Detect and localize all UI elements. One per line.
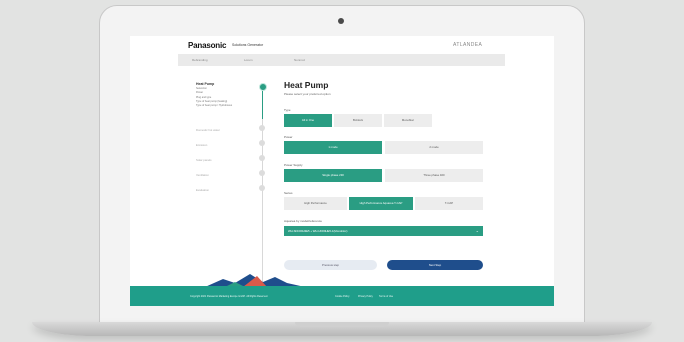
- nav-item-2[interactable]: Lorem: [244, 58, 253, 62]
- step-dot: [259, 140, 265, 146]
- series-option-tcap[interactable]: T-CAP: [415, 197, 483, 210]
- supply-label: Power Supply: [284, 163, 303, 167]
- brand-logo[interactable]: Panasonic: [188, 41, 226, 50]
- footer: Copyright 2021 Panasonic Marketing Europ…: [130, 286, 554, 306]
- series-label: Series: [284, 191, 293, 195]
- footer-link-terms[interactable]: Terms of Use: [379, 295, 393, 298]
- type-option-bi-block[interactable]: Bi-block: [334, 114, 382, 127]
- webcam-icon: [338, 18, 344, 24]
- app-name: Solutions Generator: [232, 43, 264, 47]
- page-subtitle: Please select your preferred option: [284, 92, 331, 96]
- step-ventilation[interactable]: Ventilation: [196, 173, 209, 177]
- power-option-1[interactable]: 1 mode: [284, 141, 382, 154]
- chevron-down-icon: ⌄: [475, 228, 479, 233]
- footer-link-cookies[interactable]: Cookie Policy: [335, 295, 349, 298]
- step-evaluation[interactable]: Evaluation: [196, 188, 209, 192]
- mountains-illustration: [205, 274, 305, 287]
- model-select[interactable]: WH-SDC09H3E5 + WH-UD09HE5-1(Monobloc) ⌄: [284, 226, 483, 236]
- supply-option-three[interactable]: Three phase 400: [385, 169, 483, 182]
- supply-option-single[interactable]: Single phase 230: [284, 169, 382, 182]
- step-dot-active: [259, 83, 267, 91]
- series-option-tcap-hp[interactable]: High Performance Aquarea T-CAP: [349, 197, 413, 210]
- partner-logo: ATLANDEA: [453, 42, 483, 48]
- step-dot: [259, 155, 265, 161]
- step-sub-3[interactable]: Plug and type: [196, 96, 276, 99]
- app-header: Panasonic Solutions Generator ATLANDEA: [130, 36, 554, 54]
- type-option-monobloc[interactable]: Monobloc: [384, 114, 432, 127]
- step-sub-2[interactable]: Power: [196, 91, 276, 94]
- step-dot: [259, 125, 265, 131]
- page-title: Heat Pump: [284, 80, 329, 90]
- nav-item-1[interactable]: Rebranding: [192, 58, 208, 62]
- footer-link-privacy[interactable]: Privacy Policy: [358, 295, 373, 298]
- step-dot: [259, 170, 265, 176]
- step-sub-4[interactable]: Type of heat pump (heating): [196, 100, 276, 103]
- top-nav: Rebranding Lorem Nonmoz: [178, 54, 505, 66]
- step-emission[interactable]: Emission: [196, 143, 207, 147]
- step-dhw[interactable]: Domestic hot water: [196, 128, 220, 132]
- copyright-text: Copyright 2021 Panasonic Marketing Europ…: [190, 295, 268, 298]
- step-sub-5[interactable]: Type of heat pump / Hydroboxes: [196, 104, 276, 107]
- type-option-all-in-one[interactable]: All in One: [284, 114, 332, 127]
- previous-step-button[interactable]: Previous step: [284, 260, 377, 270]
- laptop-hinge: [295, 322, 389, 327]
- model-select-value: WH-SDC09H3E5 + WH-UD09HE5-1(Monobloc): [288, 229, 348, 233]
- type-label: Type: [284, 108, 291, 112]
- series-option-high[interactable]: High Performance: [284, 197, 347, 210]
- nav-item-3[interactable]: Nonmoz: [294, 58, 305, 62]
- step-dot: [259, 185, 265, 191]
- step-solar[interactable]: Solar panels: [196, 158, 212, 162]
- screen: Panasonic Solutions Generator ATLANDEA R…: [130, 36, 554, 306]
- model-label: Aquarea by model/reference: [284, 219, 322, 223]
- next-step-button[interactable]: Next Step: [387, 260, 483, 270]
- power-label: Power: [284, 135, 293, 139]
- power-option-2[interactable]: 2 mode: [385, 141, 483, 154]
